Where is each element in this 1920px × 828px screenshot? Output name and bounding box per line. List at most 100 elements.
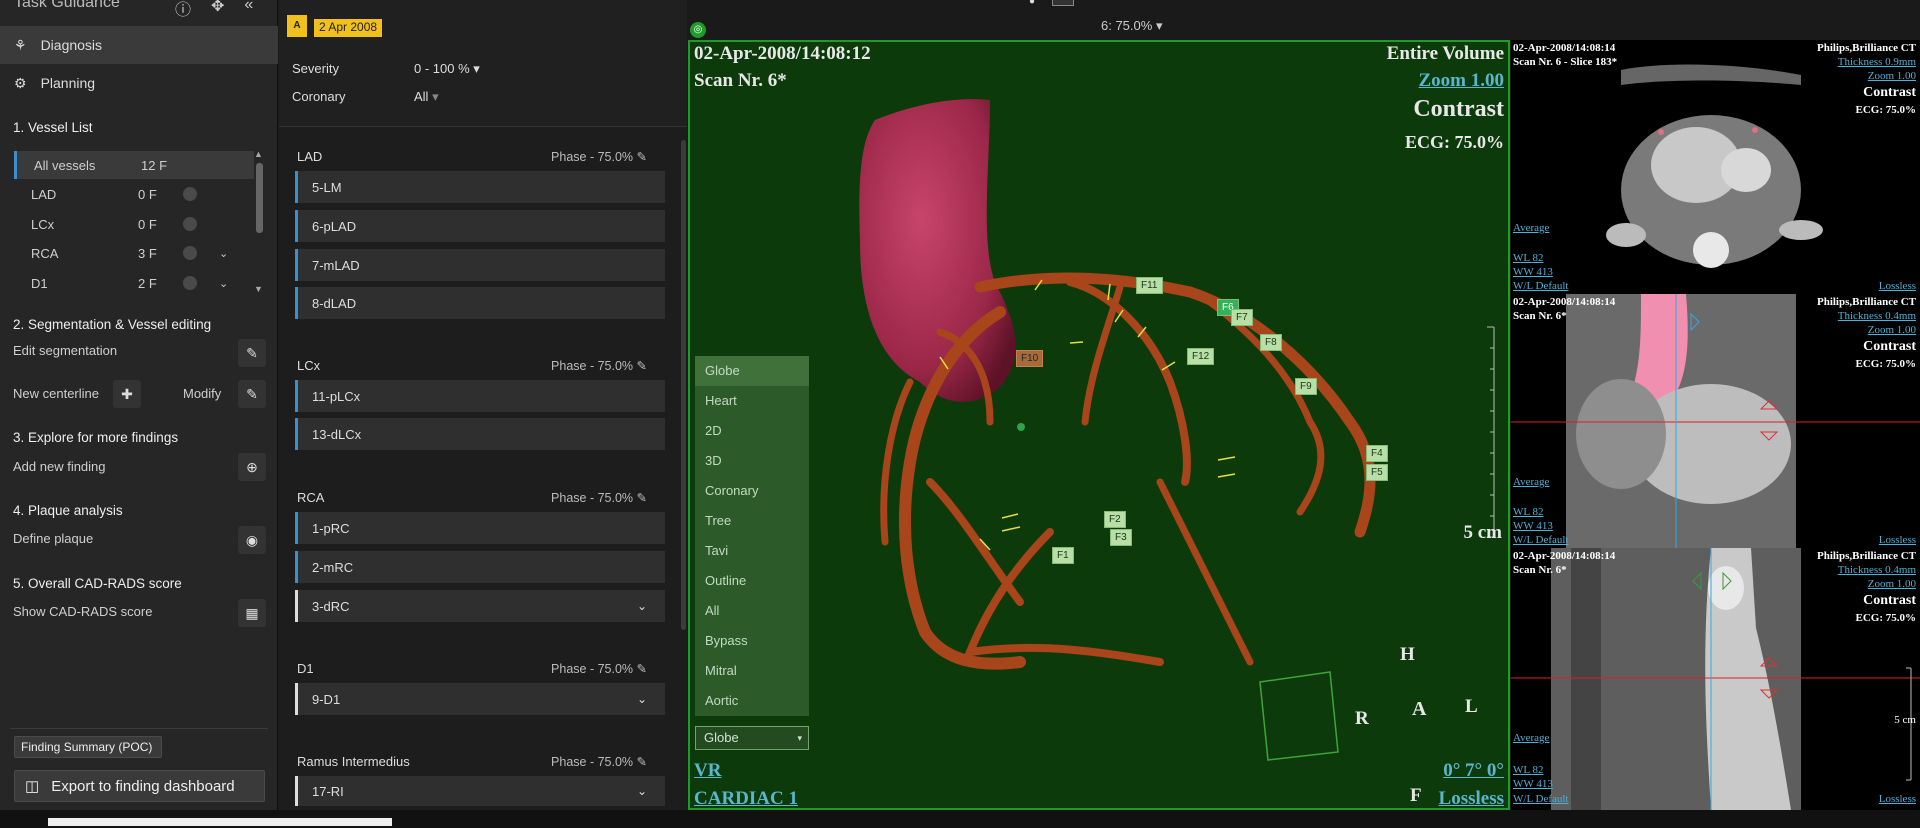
cadrads-icon[interactable]: ▦	[238, 599, 266, 627]
curved-wl-default[interactable]: W/L Default	[1513, 534, 1568, 546]
nav-planning[interactable]: ⚙ Planning	[0, 64, 278, 102]
menu-item-3d[interactable]: 3D	[695, 446, 809, 476]
group-phase[interactable]: Phase - 75.0% ✎	[551, 754, 647, 769]
segment-row[interactable]: 2-mRC	[295, 551, 665, 583]
segment-row[interactable]: 3-dRC ⌄	[295, 590, 665, 622]
modify-centerline-icon[interactable]: ✎	[238, 380, 266, 408]
finding-flag[interactable]: F10	[1016, 350, 1044, 367]
finding-flag[interactable]: F3	[1110, 529, 1132, 546]
view-angle[interactable]: 0° 7° 0°	[1443, 760, 1504, 782]
define-plaque-icon[interactable]: ◉	[238, 526, 266, 554]
curved-ww[interactable]: WW 413	[1513, 520, 1553, 532]
info-icon[interactable]: ⓘ	[175, 0, 191, 20]
segment-row[interactable]: 8-dLAD	[295, 287, 665, 319]
nav-diagnosis[interactable]: ⚘ Diagnosis	[0, 26, 278, 64]
group-phase[interactable]: Phase - 75.0% ✎	[551, 358, 647, 373]
vessel-row-d1[interactable]: D1 2 F ⌄	[14, 269, 254, 297]
new-centerline-icon[interactable]: ✚	[113, 380, 141, 408]
preset-select[interactable]: Globe ▾	[695, 726, 809, 750]
collapse-icon[interactable]: «	[244, 0, 253, 20]
segment-row[interactable]: 5-LM	[295, 171, 665, 203]
chevron-down-icon[interactable]: ⌄	[219, 277, 228, 290]
compression[interactable]: Lossless	[1439, 788, 1504, 810]
curved-zoom[interactable]: Zoom 1.00	[1868, 324, 1916, 336]
axial-ww[interactable]: WW 413	[1513, 266, 1553, 278]
menu-item-2d[interactable]: 2D	[695, 416, 809, 446]
straightened-thickness[interactable]: Thickness 0.4mm	[1838, 564, 1916, 576]
straightened-wl-default[interactable]: W/L Default	[1513, 793, 1568, 805]
finding-flag[interactable]: F8	[1260, 334, 1282, 351]
vessel-row-all[interactable]: All vessels 12 F	[14, 151, 254, 179]
chevron-down-icon[interactable]: ⌄	[637, 784, 647, 798]
scroll-up-icon[interactable]: ▲	[254, 149, 263, 159]
group-phase[interactable]: Phase - 75.0% ✎	[551, 490, 647, 505]
finding-flag[interactable]: F12	[1187, 348, 1215, 365]
severity-select[interactable]: 0 - 100 % ▾	[414, 61, 480, 77]
axial-lossless[interactable]: Lossless	[1879, 280, 1916, 292]
finding-summary-button[interactable]: Finding Summary (POC)	[14, 736, 162, 758]
group-phase[interactable]: Phase - 75.0% ✎	[551, 149, 647, 164]
finding-flag[interactable]: F2	[1104, 511, 1126, 528]
axial-wl-default[interactable]: W/L Default	[1513, 280, 1568, 292]
finding-flag[interactable]: F9	[1295, 378, 1317, 395]
menu-item-aortic[interactable]: Aortic	[695, 686, 809, 716]
straightened-ww[interactable]: WW 413	[1513, 778, 1553, 790]
menu-item-tree[interactable]: Tree	[695, 506, 809, 536]
menu-item-tavi[interactable]: Tavi	[695, 536, 809, 566]
volume-render-viewport[interactable]: ◎ 02-Apr-2008/14:08:12 Scan Nr. 6* Entir…	[688, 22, 1510, 810]
menu-item-globe[interactable]: Globe	[695, 356, 809, 386]
straightened-wl[interactable]: WL 82	[1513, 764, 1543, 776]
segment-row[interactable]: 17-RI ⌄	[295, 776, 665, 806]
curved-view[interactable]: 02-Apr-2008/14:08:14 Scan Nr. 6* Philips…	[1511, 294, 1920, 548]
axial-view[interactable]: 02-Apr-2008/14:08:14 Scan Nr. 6 - Slice …	[1511, 40, 1920, 294]
chevron-down-icon[interactable]: ⌄	[637, 692, 647, 706]
pin-icon[interactable]: ✥	[211, 0, 224, 20]
segment-row[interactable]: 6-pLAD	[295, 210, 665, 242]
phase-select[interactable]: 6: 75.0% ▾	[1101, 18, 1162, 34]
render-protocol[interactable]: CARDIAC 1	[694, 788, 798, 810]
add-finding-icon[interactable]: ⊕	[238, 453, 266, 481]
select-tool-icon[interactable]	[1052, 0, 1074, 6]
scroll-down-icon[interactable]: ▼	[254, 284, 263, 294]
straightened-view[interactable]: 02-Apr-2008/14:08:14 Scan Nr. 6* Philips…	[1511, 548, 1920, 810]
viewport-active-icon[interactable]: ◎	[690, 22, 706, 38]
menu-item-coronary[interactable]: Coronary	[695, 476, 809, 506]
group-phase[interactable]: Phase - 75.0% ✎	[551, 661, 647, 676]
straightened-average[interactable]: Average	[1513, 732, 1549, 744]
axial-average[interactable]: Average	[1513, 222, 1549, 234]
menu-item-heart[interactable]: Heart	[695, 386, 809, 416]
segment-row[interactable]: 13-dLCx	[295, 418, 665, 450]
curved-lossless[interactable]: Lossless	[1879, 534, 1916, 546]
vessel-list-scrollbar[interactable]	[256, 163, 263, 233]
coronary-select[interactable]: All ▾	[414, 89, 439, 105]
finding-flag[interactable]: F11	[1136, 277, 1163, 294]
findings-scrollbar[interactable]	[681, 140, 686, 630]
segment-row[interactable]: 7-mLAD	[295, 249, 665, 281]
axial-zoom[interactable]: Zoom 1.00	[1868, 70, 1916, 82]
straightened-lossless[interactable]: Lossless	[1879, 793, 1916, 805]
axial-wl[interactable]: WL 82	[1513, 252, 1543, 264]
finding-flag[interactable]: F7	[1231, 309, 1253, 326]
finding-flag[interactable]: F5	[1366, 464, 1388, 481]
edit-segmentation-icon[interactable]: ✎	[238, 339, 266, 367]
menu-item-outline[interactable]: Outline	[695, 566, 809, 596]
menu-item-mitral[interactable]: Mitral	[695, 656, 809, 686]
finding-flag[interactable]: F4	[1366, 445, 1388, 462]
axial-thickness[interactable]: Thickness 0.9mm	[1838, 56, 1916, 68]
curved-average[interactable]: Average	[1513, 476, 1549, 488]
dot-icon[interactable]: ●	[1029, 0, 1035, 7]
finding-flag[interactable]: F1	[1052, 547, 1074, 564]
menu-item-bypass[interactable]: Bypass	[695, 626, 809, 656]
curved-wl[interactable]: WL 82	[1513, 506, 1543, 518]
viewport-zoom[interactable]: Zoom 1.00	[1419, 70, 1505, 92]
vessel-row-lad[interactable]: LAD 0 F	[14, 180, 254, 208]
export-dashboard-button[interactable]: ◫ Export to finding dashboard	[14, 770, 265, 802]
straightened-zoom[interactable]: Zoom 1.00	[1868, 578, 1916, 590]
chevron-down-icon[interactable]: ⌄	[637, 599, 647, 613]
segment-row[interactable]: 9-D1 ⌄	[295, 683, 665, 715]
segment-row[interactable]: 1-pRC	[295, 512, 665, 544]
render-mode[interactable]: VR	[694, 760, 721, 782]
curved-thickness[interactable]: Thickness 0.4mm	[1838, 310, 1916, 322]
segment-row[interactable]: 11-pLCx	[295, 380, 665, 412]
chevron-down-icon[interactable]: ⌄	[219, 247, 228, 260]
